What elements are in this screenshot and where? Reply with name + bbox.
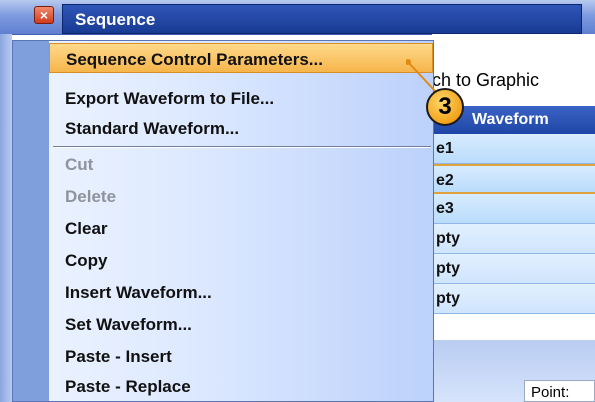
menu-item-export-waveform-to-file[interactable]: Export Waveform to File... <box>49 83 433 113</box>
sequence-window-background: ch to Graphic Waveform e1 e2 e3 pty pty … <box>432 34 595 402</box>
close-button[interactable]: × <box>34 6 54 24</box>
point-label: Point: <box>531 384 570 401</box>
menu-item-delete: Delete <box>65 187 117 206</box>
sequence-row[interactable]: pty <box>432 254 595 284</box>
close-icon: × <box>39 7 49 23</box>
menu-item-clear[interactable]: Clear <box>49 213 433 243</box>
context-menu: Sequence Control Parameters... Export Wa… <box>12 40 434 402</box>
menu-item-cut: Cut <box>65 155 94 174</box>
left-window-edge <box>0 34 12 402</box>
menu-item-paste-replace[interactable]: Paste - Replace <box>49 371 433 401</box>
menu-item-standard-waveform[interactable]: Standard Waveform... <box>49 113 433 143</box>
callout-number-badge: 3 <box>426 88 464 126</box>
application-window: × Sequence ch to Graphic Waveform e1 e2 … <box>0 0 595 402</box>
sequence-row[interactable]: pty <box>432 284 595 314</box>
sequence-row-selected[interactable]: e2 <box>432 164 595 194</box>
sequence-row[interactable]: pty <box>432 224 595 254</box>
bottom-panel: Point: <box>432 340 595 402</box>
menu-item-sequence-control-parameters[interactable]: Sequence Control Parameters... <box>49 43 433 73</box>
menu-item-copy[interactable]: Copy <box>49 245 433 275</box>
menu-item-paste-insert[interactable]: Paste - Insert <box>49 341 433 371</box>
sequence-row[interactable]: e1 <box>432 134 595 164</box>
point-field[interactable]: Point: <box>524 380 595 402</box>
title-bar: × Sequence <box>0 0 595 35</box>
menu-item-set-waveform[interactable]: Set Waveform... <box>49 309 433 339</box>
menu-item-insert-waveform[interactable]: Insert Waveform... <box>49 277 433 307</box>
menu-separator <box>53 146 431 148</box>
window-title: Sequence <box>62 4 582 34</box>
sequence-row[interactable]: e3 <box>432 194 595 224</box>
